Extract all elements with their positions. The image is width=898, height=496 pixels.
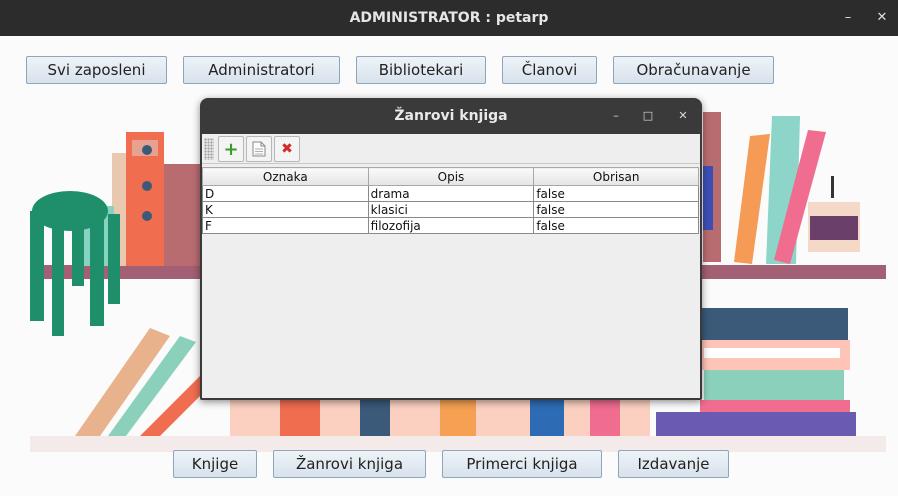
genres-dialog: Žanrovi knjiga – □ ✕ + ✖ Oznaka Opis Obr… xyxy=(200,98,702,400)
delete-button[interactable]: ✖ xyxy=(274,136,300,162)
table-row[interactable]: F filozofija false xyxy=(202,217,699,234)
book xyxy=(440,396,476,436)
table-cell[interactable]: klasici xyxy=(367,201,535,218)
books-button[interactable]: Knjige xyxy=(173,450,257,478)
book xyxy=(704,348,840,358)
administrators-button[interactable]: Administratori xyxy=(183,56,340,84)
book xyxy=(280,396,320,436)
dialog-minimize-button[interactable]: – xyxy=(608,108,624,124)
table-cell[interactable]: F xyxy=(202,217,369,234)
table-cell[interactable]: drama xyxy=(367,185,535,202)
dialog-toolbar: + ✖ xyxy=(202,134,700,164)
members-button[interactable]: Članovi xyxy=(502,56,597,84)
dialog-title: Žanrovi knjiga xyxy=(394,108,508,124)
table-header-row: Oznaka Opis Obrisan xyxy=(202,167,699,186)
book xyxy=(734,134,770,264)
column-header-obrisan[interactable]: Obrisan xyxy=(533,167,699,186)
add-button[interactable]: + xyxy=(218,136,244,162)
book xyxy=(530,396,564,436)
table-cell[interactable]: filozofija xyxy=(367,217,535,234)
plus-icon: + xyxy=(223,138,239,160)
table-cell[interactable]: D xyxy=(202,185,369,202)
book-dot xyxy=(142,145,152,155)
billing-button[interactable]: Obračunavanje xyxy=(613,56,774,84)
main-content: Svi zaposleni Administratori Bibliotekar… xyxy=(0,36,898,496)
book xyxy=(360,396,390,436)
dialog-maximize-button[interactable]: □ xyxy=(640,108,656,124)
lending-button[interactable]: Izdavanje xyxy=(618,450,729,478)
window-title: ADMINISTRATOR : petarp xyxy=(349,10,549,26)
book xyxy=(703,166,713,230)
column-header-opis[interactable]: Opis xyxy=(367,167,535,186)
dialog-body: + ✖ Oznaka Opis Obrisan D drama false K … xyxy=(202,134,700,398)
table-cell[interactable]: K xyxy=(202,201,369,218)
all-employees-button[interactable]: Svi zaposleni xyxy=(26,56,167,84)
toolbar-grip-handle[interactable] xyxy=(204,138,214,160)
dialog-close-button[interactable]: ✕ xyxy=(675,108,691,124)
book xyxy=(590,396,620,436)
book xyxy=(704,370,844,400)
book-copies-button[interactable]: Primerci knjiga xyxy=(442,450,602,478)
window-close-button[interactable]: ✕ xyxy=(872,8,892,28)
genres-table: Oznaka Opis Obrisan D drama false K klas… xyxy=(202,167,699,234)
book xyxy=(164,164,204,266)
book-dot xyxy=(142,211,152,221)
librarians-button[interactable]: Bibliotekari xyxy=(356,56,486,84)
candle xyxy=(810,216,858,240)
candle-wick xyxy=(831,176,834,198)
window-titlebar: ADMINISTRATOR : petarp – ✕ xyxy=(0,0,898,36)
book xyxy=(702,308,848,340)
column-header-oznaka[interactable]: Oznaka xyxy=(202,167,369,186)
book xyxy=(656,412,856,436)
table-cell[interactable]: false xyxy=(533,201,699,218)
x-icon: ✖ xyxy=(281,141,293,157)
table-cell[interactable]: false xyxy=(533,185,699,202)
book-genres-button[interactable]: Žanrovi knjiga xyxy=(273,450,426,478)
table-row[interactable]: D drama false xyxy=(202,185,699,202)
table-cell[interactable]: false xyxy=(533,217,699,234)
table-row[interactable]: K klasici false xyxy=(202,201,699,218)
edit-button[interactable] xyxy=(246,136,272,162)
book-dot xyxy=(142,181,152,191)
window-minimize-button[interactable]: – xyxy=(838,8,858,28)
document-icon xyxy=(252,141,266,157)
